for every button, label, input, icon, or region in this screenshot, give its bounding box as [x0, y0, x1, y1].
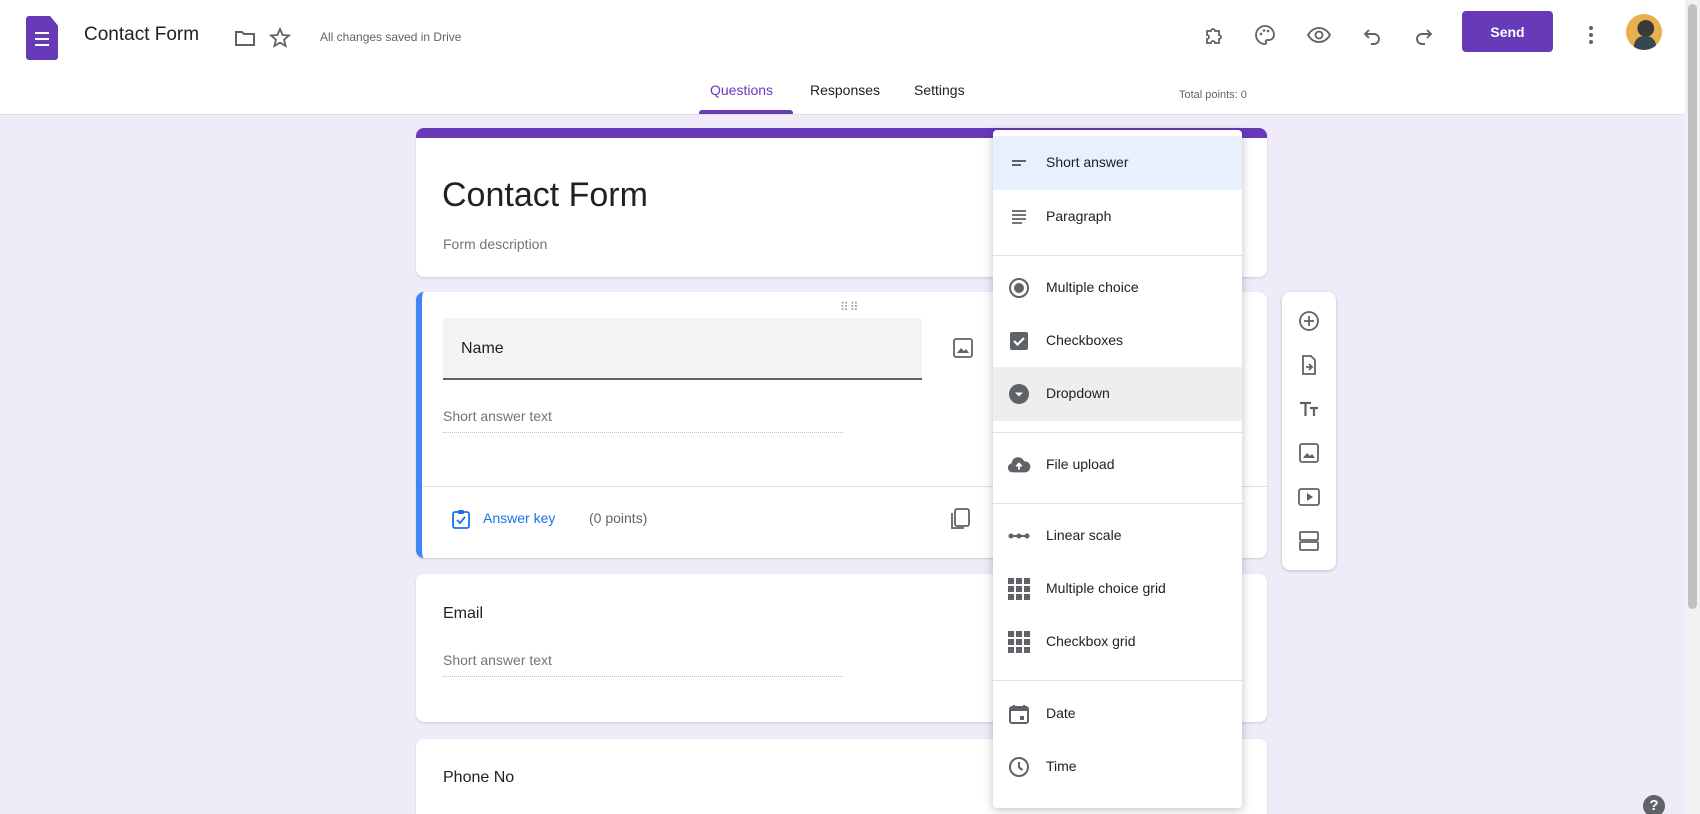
folder-icon[interactable] [233, 26, 257, 50]
add-video-icon[interactable] [1294, 482, 1324, 512]
menu-item-multiple-choice-grid[interactable]: Multiple choice grid [993, 562, 1242, 616]
active-tab-indicator [699, 110, 793, 114]
radio-icon [1007, 276, 1031, 300]
menu-divider [993, 680, 1242, 681]
tab-settings[interactable]: Settings [914, 82, 965, 98]
question-title-input[interactable]: Name [443, 318, 922, 380]
menu-item-label: Paragraph [1046, 208, 1112, 224]
menu-item-paragraph[interactable]: Paragraph [993, 190, 1242, 244]
duplicate-icon[interactable] [947, 506, 973, 532]
preview-eye-icon[interactable] [1304, 20, 1334, 50]
addon-icon[interactable] [1199, 20, 1229, 50]
palette-icon[interactable] [1250, 20, 1280, 50]
top-bar: Contact Form All changes saved in Drive … [0, 0, 1700, 115]
answer-key-link[interactable]: Answer key [483, 510, 555, 526]
form-title[interactable]: Contact Form [442, 176, 648, 215]
menu-item-label: Time [1046, 758, 1077, 774]
menu-item-file-upload[interactable]: File upload [993, 438, 1242, 492]
send-button[interactable]: Send [1462, 11, 1553, 52]
save-status: All changes saved in Drive [320, 30, 462, 44]
short-answer-placeholder: Short answer text [443, 652, 843, 677]
menu-divider [993, 432, 1242, 433]
menu-item-dropdown[interactable]: Dropdown [993, 367, 1242, 421]
linear-scale-icon [1007, 524, 1031, 548]
tab-questions[interactable]: Questions [710, 82, 773, 98]
scrollbar-thumb[interactable] [1688, 4, 1697, 609]
google-forms-logo-icon[interactable] [26, 16, 58, 60]
redo-icon[interactable] [1409, 20, 1439, 50]
menu-item-time[interactable]: Time [993, 740, 1242, 794]
add-question-icon[interactable] [1294, 306, 1324, 336]
menu-item-label: Multiple choice [1046, 279, 1139, 295]
menu-item-label: Checkbox grid [1046, 633, 1136, 649]
floating-toolbar [1282, 292, 1336, 570]
question-title: Email [443, 605, 484, 622]
points-label: (0 points) [589, 510, 648, 526]
grid-icon [1007, 577, 1031, 601]
calendar-icon [1007, 702, 1031, 726]
import-questions-icon[interactable] [1294, 350, 1324, 380]
total-points: Total points: 0 [1179, 89, 1247, 101]
menu-item-label: Short answer [1046, 154, 1129, 170]
add-image-icon[interactable] [1294, 438, 1324, 468]
menu-item-multiple-choice[interactable]: Multiple choice [993, 261, 1242, 315]
add-section-icon[interactable] [1294, 526, 1324, 556]
menu-item-label: Date [1046, 705, 1076, 721]
answer-key-icon[interactable] [450, 508, 472, 530]
menu-item-linear-scale[interactable]: Linear scale [993, 509, 1242, 563]
star-icon[interactable] [268, 26, 292, 50]
menu-item-label: File upload [1046, 456, 1115, 472]
menu-item-checkboxes[interactable]: Checkboxes [993, 314, 1242, 368]
cloud-upload-icon [1007, 453, 1031, 477]
menu-item-label: Checkboxes [1046, 332, 1124, 348]
question-type-menu: Short answer Paragraph Multiple choice C… [993, 130, 1242, 808]
menu-item-label: Multiple choice grid [1046, 580, 1166, 596]
short-answer-placeholder: Short answer text [443, 408, 843, 433]
grid-icon [1007, 630, 1031, 654]
question-title-text: Name [461, 340, 504, 357]
menu-item-date[interactable]: Date [993, 687, 1242, 741]
more-vert-icon[interactable] [1576, 20, 1606, 50]
short-answer-icon [1007, 151, 1031, 175]
drag-handle-icon[interactable]: ⠿⠿ [840, 300, 860, 314]
menu-item-short-answer[interactable]: Short answer [993, 136, 1242, 190]
menu-item-label: Linear scale [1046, 527, 1122, 543]
form-description-field[interactable]: Form description [443, 236, 547, 252]
dropdown-icon [1007, 382, 1031, 406]
tab-responses[interactable]: Responses [810, 82, 880, 98]
checkbox-icon [1007, 329, 1031, 353]
help-icon[interactable]: ? [1643, 795, 1665, 814]
add-image-icon[interactable] [952, 337, 976, 361]
paragraph-icon [1007, 205, 1031, 229]
avatar[interactable] [1626, 14, 1662, 50]
add-title-icon[interactable] [1294, 394, 1324, 424]
menu-divider [993, 255, 1242, 256]
menu-item-checkbox-grid[interactable]: Checkbox grid [993, 615, 1242, 669]
question-title: Phone No [443, 769, 515, 786]
vertical-scrollbar[interactable] [1685, 0, 1700, 814]
menu-item-label: Dropdown [1046, 385, 1110, 401]
menu-divider [993, 503, 1242, 504]
document-title[interactable]: Contact Form [84, 24, 199, 46]
clock-icon [1007, 755, 1031, 779]
undo-icon[interactable] [1357, 20, 1387, 50]
